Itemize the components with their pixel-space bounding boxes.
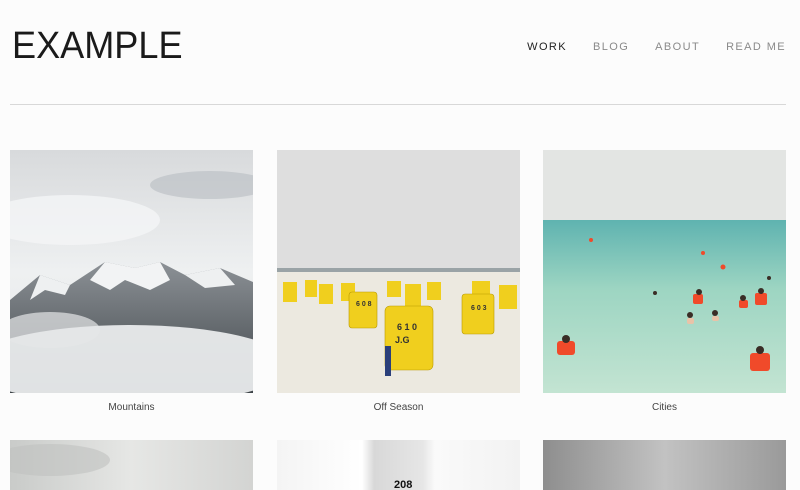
grey-photo: [543, 440, 786, 490]
svg-text:J.G: J.G: [395, 335, 410, 345]
gallery-tile-row2-1[interactable]: [10, 440, 253, 490]
site-logo[interactable]: EXAMPLE: [12, 26, 183, 66]
gallery-tile-off-season[interactable]: 6 0 8 6 0 3 6 1 0 J.G Off Season: [277, 150, 520, 413]
gallery-tile-row2-3[interactable]: [543, 440, 786, 490]
sign-photo: 208: [277, 440, 520, 490]
mountains-photo: [10, 150, 253, 393]
svg-text:6 0 3: 6 0 3: [471, 305, 487, 312]
svg-text:6 1 0: 6 1 0: [397, 322, 417, 332]
swimmers-sea-photo: [543, 150, 786, 393]
gallery-tile-mountains[interactable]: Mountains: [10, 150, 253, 413]
portfolio-page: EXAMPLE WORK BLOG ABOUT READ ME Mountain…: [0, 0, 800, 490]
nav-item-about[interactable]: ABOUT: [655, 40, 700, 54]
gallery-caption: Cities: [651, 402, 677, 413]
svg-text:6 0 8: 6 0 8: [356, 301, 372, 308]
sign-number: 208: [394, 479, 412, 490]
clouds-photo: [10, 440, 253, 490]
nav-item-read-me[interactable]: READ ME: [726, 40, 786, 54]
beach-chairs-photo: 6 0 8 6 0 3 6 1 0 J.G: [277, 150, 520, 393]
gallery-caption: Mountains: [108, 402, 155, 413]
nav-item-work[interactable]: WORK: [527, 40, 567, 54]
gallery-caption: Off Season: [373, 402, 424, 413]
gallery-tile-row2-2[interactable]: 208: [277, 440, 520, 490]
main-nav: WORK BLOG ABOUT READ ME: [527, 40, 786, 54]
site-header: EXAMPLE WORK BLOG ABOUT READ ME: [10, 0, 786, 105]
gallery-tile-cities[interactable]: Cities: [543, 150, 786, 413]
nav-item-blog[interactable]: BLOG: [593, 40, 629, 54]
